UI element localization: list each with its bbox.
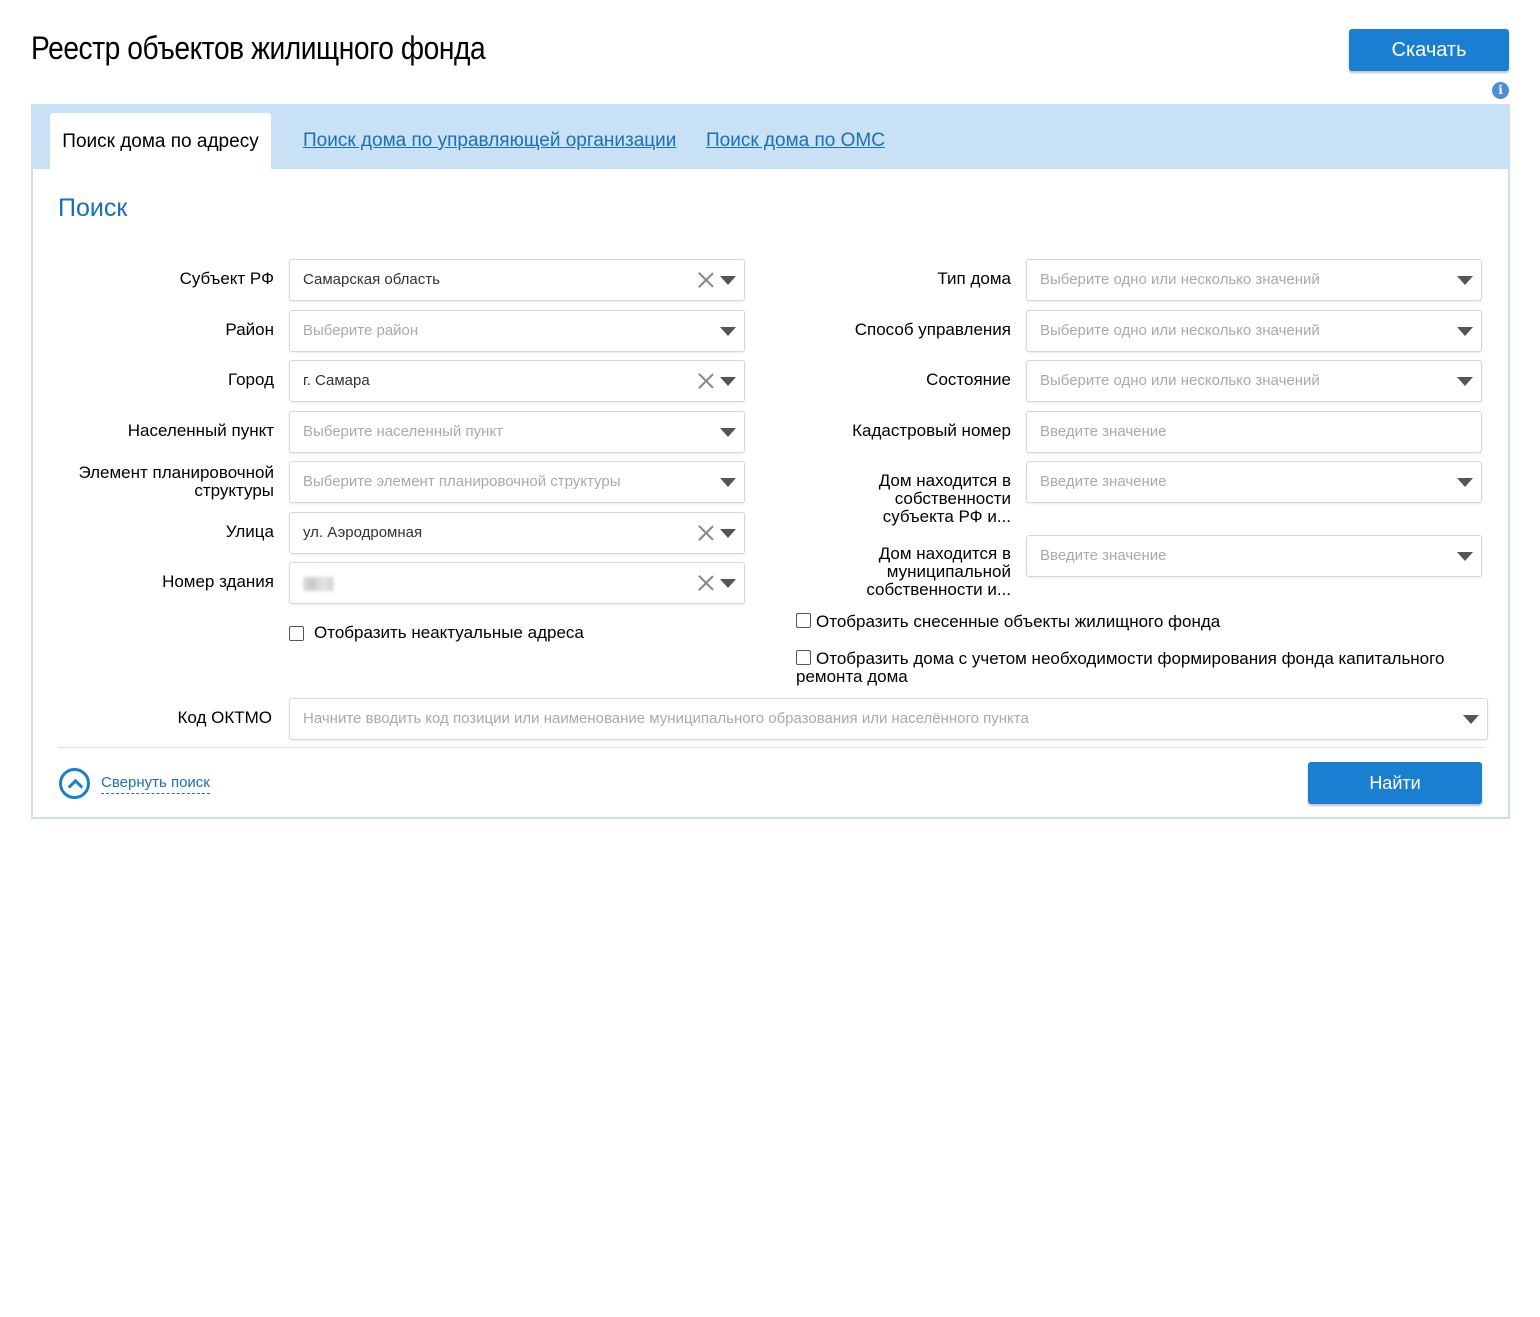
plan-element-placeholder: Выберите элемент планировочной структуры bbox=[303, 473, 621, 490]
show-inactive-checkbox[interactable] bbox=[289, 626, 304, 641]
district-label: Район bbox=[225, 320, 274, 339]
dropdown-arrow-icon[interactable] bbox=[1457, 327, 1473, 336]
dropdown-arrow-icon[interactable] bbox=[1457, 478, 1473, 487]
management-placeholder: Выберите одно или несколько значений bbox=[1040, 322, 1320, 339]
city-value: г. Самара bbox=[303, 372, 370, 389]
cadastral-label: Кадастровый номер bbox=[852, 421, 1011, 440]
oktmo-placeholder: Начните вводить код позиции или наименов… bbox=[303, 710, 1029, 727]
dropdown-arrow-icon[interactable] bbox=[720, 428, 736, 437]
tab-search-by-management-org[interactable]: Поиск дома по управляющей организации bbox=[303, 130, 676, 152]
tab-search-by-address[interactable]: Поиск дома по адресу bbox=[50, 113, 271, 170]
dropdown-arrow-icon[interactable] bbox=[720, 529, 736, 538]
dropdown-arrow-icon[interactable] bbox=[1457, 276, 1473, 285]
clear-icon[interactable] bbox=[698, 373, 714, 389]
section-title: Поиск bbox=[58, 194, 128, 222]
house-type-select[interactable]: Выберите одно или несколько значений bbox=[1026, 259, 1482, 301]
street-value: ул. Аэродромная bbox=[303, 524, 423, 541]
redacted-value bbox=[303, 577, 333, 591]
cadastral-input[interactable]: Введите значение bbox=[1026, 411, 1482, 453]
dropdown-arrow-icon[interactable] bbox=[1463, 715, 1479, 724]
subject-property-select[interactable]: Введите значение bbox=[1026, 461, 1482, 503]
state-label: Состояние bbox=[926, 370, 1011, 389]
municipal-property-select[interactable]: Введите значение bbox=[1026, 535, 1482, 577]
management-label: Способ управления bbox=[854, 320, 1011, 339]
plan-element-label: Элемент планировочной структуры bbox=[78, 463, 274, 500]
show-capital-repair-label: Отобразить дома с учетом необходимости ф… bbox=[796, 649, 1445, 686]
subject-label: Субъект РФ bbox=[179, 269, 274, 288]
download-button[interactable]: Скачать bbox=[1349, 29, 1509, 71]
clear-icon[interactable] bbox=[698, 575, 714, 591]
oktmo-label: Код ОКТМО bbox=[177, 708, 272, 727]
municipal-property-label: Дом находится в муниципальной собственно… bbox=[866, 544, 1011, 599]
plan-element-select[interactable]: Выберите элемент планировочной структуры bbox=[289, 461, 745, 503]
oktmo-select[interactable]: Начните вводить код позиции или наименов… bbox=[289, 698, 1488, 740]
street-select[interactable]: ул. Аэродромная bbox=[289, 512, 745, 554]
divider bbox=[58, 747, 1483, 748]
dropdown-arrow-icon[interactable] bbox=[1457, 552, 1473, 561]
subject-value: Самарская область bbox=[303, 271, 440, 288]
find-button[interactable]: Найти bbox=[1308, 762, 1482, 804]
tabs-bar: Поиск дома по адресу Поиск дома по управ… bbox=[31, 104, 1510, 170]
state-select[interactable]: Выберите одно или несколько значений bbox=[1026, 360, 1482, 402]
clear-icon[interactable] bbox=[698, 525, 714, 541]
management-select[interactable]: Выберите одно или несколько значений bbox=[1026, 310, 1482, 352]
city-label: Город bbox=[228, 370, 274, 389]
dropdown-arrow-icon[interactable] bbox=[720, 377, 736, 386]
show-inactive-label: Отобразить неактуальные адреса bbox=[314, 623, 584, 642]
house-type-label: Тип дома bbox=[937, 269, 1011, 288]
district-placeholder: Выберите район bbox=[303, 322, 419, 339]
building-select[interactable] bbox=[289, 562, 745, 604]
subject-property-placeholder: Введите значение bbox=[1040, 473, 1167, 490]
dropdown-arrow-icon[interactable] bbox=[720, 327, 736, 336]
district-select[interactable]: Выберите район bbox=[289, 310, 745, 352]
dropdown-arrow-icon[interactable] bbox=[1457, 377, 1473, 386]
clear-icon[interactable] bbox=[698, 272, 714, 288]
settlement-placeholder: Выберите населенный пункт bbox=[303, 423, 503, 440]
page-title: Реестр объектов жилищного фонда bbox=[31, 30, 486, 66]
building-label: Номер здания bbox=[162, 572, 274, 591]
chevron-up-circle-icon[interactable] bbox=[59, 768, 90, 799]
settlement-select[interactable]: Выберите населенный пункт bbox=[289, 411, 745, 453]
city-select[interactable]: г. Самара bbox=[289, 360, 745, 402]
street-label: Улица bbox=[225, 522, 274, 541]
municipal-property-placeholder: Введите значение bbox=[1040, 547, 1167, 564]
collapse-search-link[interactable]: Свернуть поиск bbox=[101, 774, 210, 794]
show-demolished-label: Отобразить снесенные объекты жилищного ф… bbox=[816, 612, 1221, 631]
tab-search-by-oms[interactable]: Поиск дома по ОМС bbox=[706, 130, 885, 152]
subject-property-label: Дом находится в собственности субъекта Р… bbox=[878, 471, 1011, 526]
subject-select[interactable]: Самарская область bbox=[289, 259, 745, 301]
settlement-label: Населенный пункт bbox=[127, 421, 274, 440]
state-placeholder: Выберите одно или несколько значений bbox=[1040, 372, 1320, 389]
dropdown-arrow-icon[interactable] bbox=[720, 276, 736, 285]
info-icon[interactable]: i bbox=[1492, 82, 1509, 99]
house-type-placeholder: Выберите одно или несколько значений bbox=[1040, 271, 1320, 288]
show-demolished-checkbox[interactable] bbox=[796, 613, 811, 628]
dropdown-arrow-icon[interactable] bbox=[720, 579, 736, 588]
dropdown-arrow-icon[interactable] bbox=[720, 478, 736, 487]
cadastral-placeholder: Введите значение bbox=[1040, 423, 1167, 440]
